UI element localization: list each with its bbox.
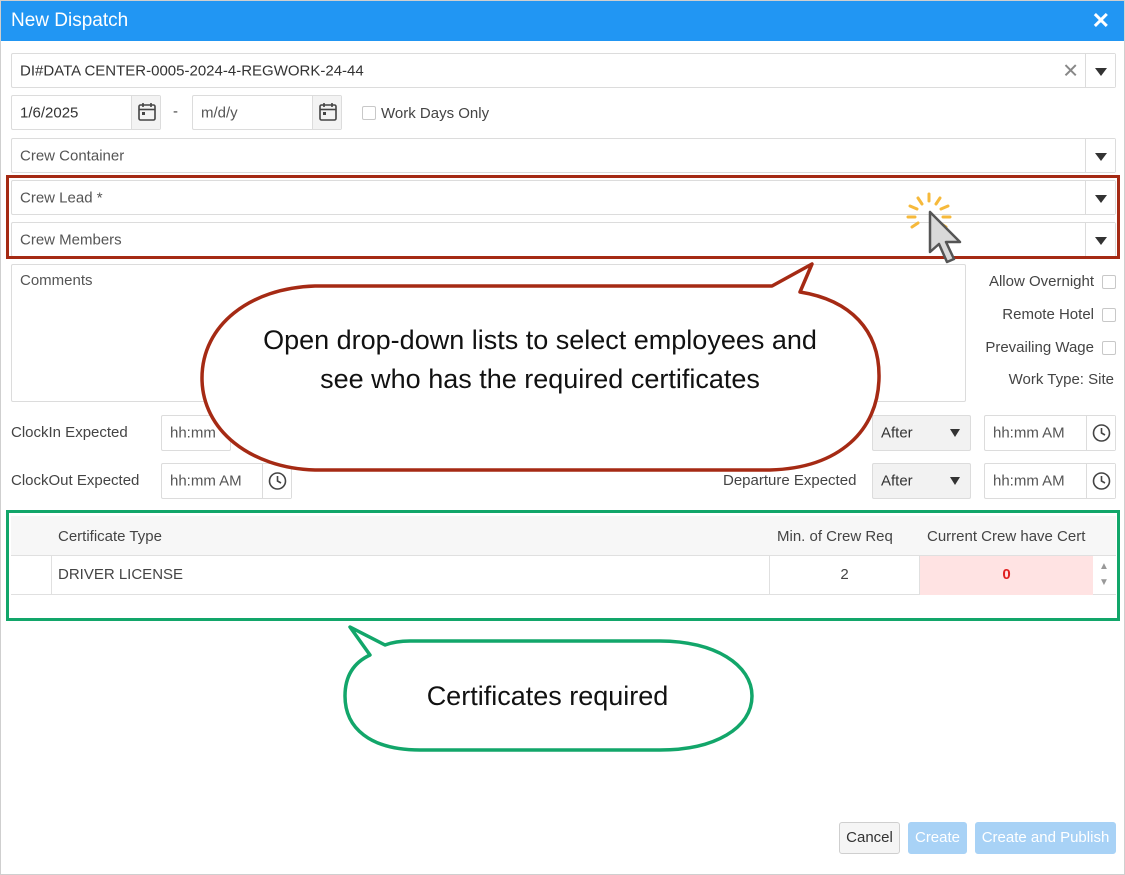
cursor-click-icon [906,192,962,264]
certificates-callout-bubble [343,625,754,752]
certificates-callout-text: Certificates required [426,681,669,711]
